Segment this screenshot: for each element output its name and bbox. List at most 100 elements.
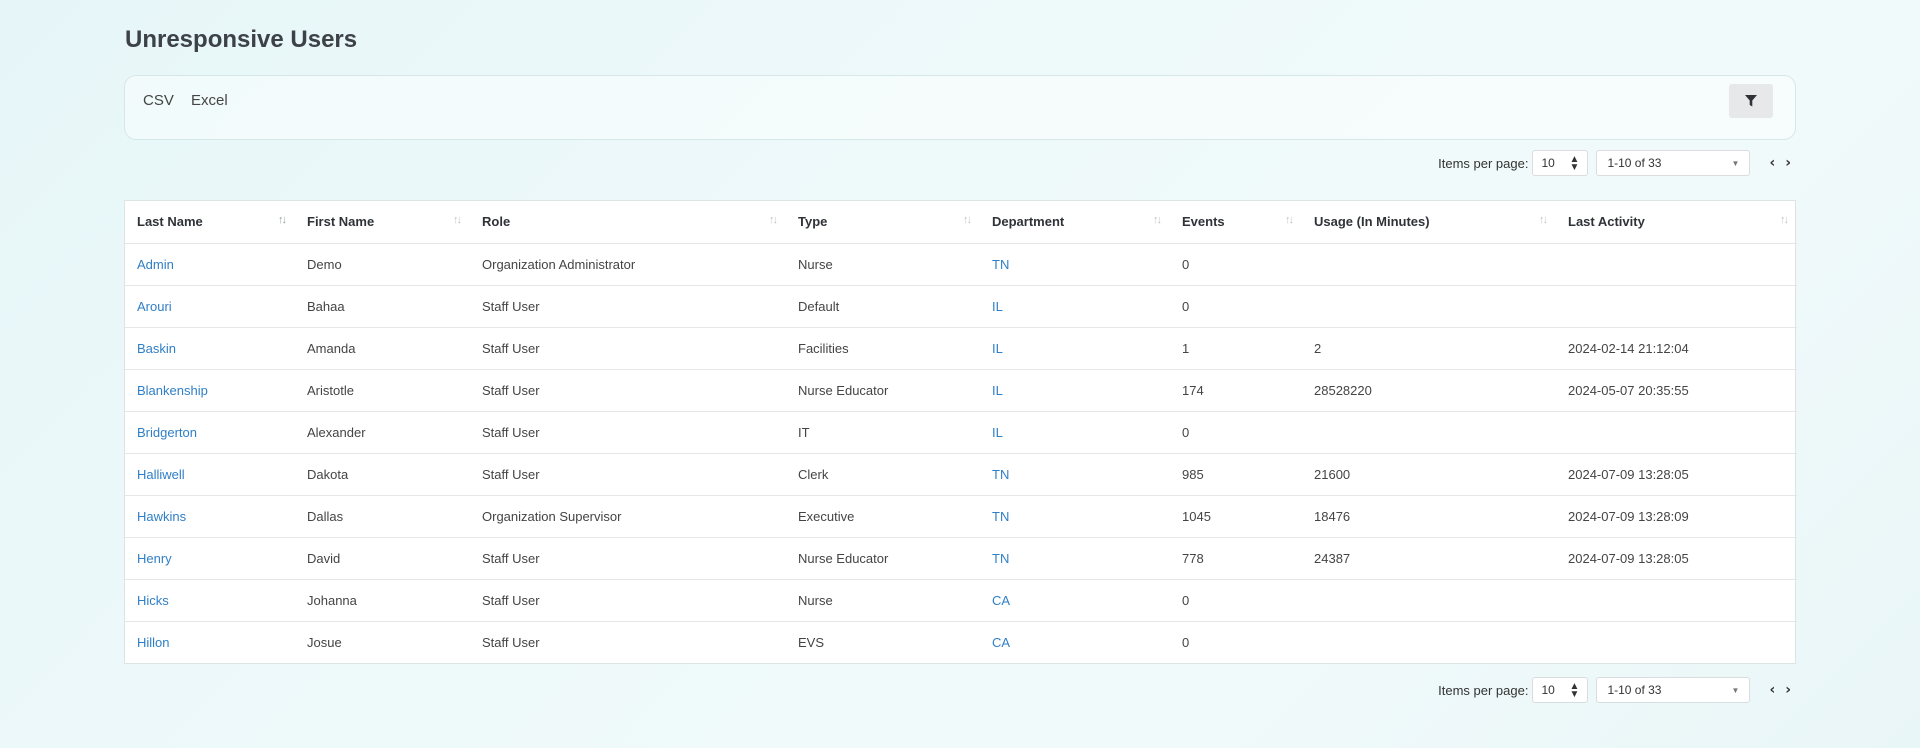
department-link[interactable]: IL (992, 341, 1003, 356)
items-per-page-label: Items per page: (1438, 682, 1529, 698)
role-cell: Staff User (482, 634, 540, 650)
department-link[interactable]: CA (992, 593, 1010, 608)
usage-cell: 24387 (1302, 537, 1556, 580)
department-link[interactable]: TN (992, 467, 1009, 482)
role-cell: Staff User (470, 411, 786, 454)
first-name-cell: David (295, 537, 470, 580)
first-name-cell: Johanna (295, 579, 470, 622)
department-link[interactable]: TN (992, 551, 1009, 566)
page-range-select[interactable]: 1-10 of 33 ▼ (1596, 677, 1751, 703)
role-cell: Staff User (470, 285, 786, 328)
users-table: Last Name ↑↓ First Name ↑↓ Role ↑↓ Type ↑↓ D… (124, 200, 1797, 664)
items-per-page-value: 10 (1541, 156, 1555, 170)
role-cell: Organization Administrator (470, 243, 786, 286)
column-header-events[interactable]: Events ↑↓ (1170, 201, 1302, 244)
sort-icon: ↑↓ (769, 214, 778, 226)
last-name-link[interactable]: Bridgerton (137, 425, 197, 440)
usage-cell: 28528220 (1302, 369, 1556, 412)
items-per-page-value: 10 (1541, 683, 1555, 697)
usage-cell: 18476 (1302, 495, 1556, 538)
pagination-bottom: Items per page: 10 ▲ ▼ 1-10 of 33 ▼ ‹ › (1438, 677, 1796, 703)
column-header-role[interactable]: Role ↑↓ (470, 201, 786, 244)
last-name-link[interactable]: Hillon (137, 635, 170, 650)
department-link[interactable]: IL (992, 383, 1003, 398)
last-name-link[interactable]: Halliwell (137, 467, 185, 482)
table-header-row: Last Name ↑↓ First Name ↑↓ Role ↑↓ Type ↑↓ D… (125, 201, 1797, 244)
role-cell: Staff User (470, 369, 786, 412)
last-name-link[interactable]: Hicks (137, 593, 169, 608)
table-row: Henry David Staff User Nurse Educator TN… (125, 537, 1797, 580)
events-cell: 0 (1170, 579, 1302, 622)
usage-cell (1302, 285, 1556, 328)
table-row: Hicks Johanna Staff User Nurse CA 0 (125, 579, 1797, 622)
department-link[interactable]: TN (992, 257, 1009, 272)
prev-page-button[interactable]: ‹ (1764, 155, 1780, 171)
prev-page-button[interactable]: ‹ (1764, 682, 1780, 698)
page-range-select[interactable]: 1-10 of 33 ▼ (1596, 150, 1751, 176)
last-activity-cell (1556, 411, 1797, 454)
usage-cell (1302, 411, 1556, 454)
column-header-usage[interactable]: Usage (In Minutes) ↑↓ (1302, 201, 1556, 244)
last-activity-cell: 2024-07-09 13:28:09 (1556, 495, 1797, 538)
events-cell: 1 (1170, 327, 1302, 370)
column-header-last-activity[interactable]: Last Activity ↑↓ (1556, 201, 1797, 244)
department-link[interactable]: TN (992, 509, 1009, 524)
table-row: Blankenship Aristotle Staff User Nurse E… (125, 369, 1797, 412)
type-cell: Nurse Educator (786, 369, 980, 412)
next-page-button[interactable]: › (1780, 682, 1796, 698)
column-header-first-name[interactable]: First Name ↑↓ (295, 201, 470, 244)
page: Unresponsive Users CSV Excel Items per p… (0, 0, 1920, 748)
last-activity-cell: 2024-07-09 13:28:05 (1556, 453, 1797, 496)
department-link[interactable]: CA (992, 635, 1010, 650)
last-name-link[interactable]: Admin (137, 257, 174, 272)
items-per-page-select[interactable]: 10 ▲ ▼ (1532, 150, 1589, 176)
pagination-top: Items per page: 10 ▲ ▼ 1-10 of 33 ▼ ‹ › (1438, 150, 1796, 176)
table-row: Baskin Amanda Staff User Facilities IL 1… (125, 327, 1797, 370)
column-header-department[interactable]: Department ↑↓ (980, 201, 1170, 244)
last-name-link[interactable]: Hawkins (137, 509, 186, 524)
sort-icon: ↑↓ (1539, 214, 1548, 226)
department-link[interactable]: IL (992, 425, 1003, 440)
filter-button[interactable] (1729, 84, 1773, 118)
last-name-link[interactable]: Blankenship (137, 383, 208, 398)
csv-export-button[interactable]: CSV (143, 92, 174, 109)
chevron-down-icon: ▼ (1731, 686, 1740, 695)
last-activity-cell: 2024-05-07 20:35:55 (1556, 369, 1797, 412)
table-row: Hawkins Dallas Organization Supervisor E… (125, 495, 1797, 538)
updown-icon: ▲ ▼ (1569, 154, 1580, 173)
last-name-link[interactable]: Henry (137, 551, 172, 566)
last-name-link[interactable]: Baskin (137, 341, 176, 356)
events-cell: 0 (1182, 634, 1190, 650)
last-activity-cell (1556, 621, 1797, 663)
type-cell: Nurse (786, 243, 980, 286)
sort-icon: ↑↓ (963, 214, 972, 226)
usage-cell (1302, 243, 1556, 286)
column-header-last-name[interactable]: Last Name ↑↓ (125, 201, 295, 244)
events-cell: 985 (1170, 453, 1302, 496)
type-cell: Nurse Educator (786, 537, 980, 580)
department-link[interactable]: IL (992, 299, 1003, 314)
first-name-cell: Aristotle (295, 369, 470, 412)
page-range-value: 1-10 of 33 (1607, 683, 1662, 697)
excel-export-button[interactable]: Excel (191, 92, 228, 109)
type-cell: IT (786, 411, 980, 454)
next-page-button[interactable]: › (1780, 155, 1796, 171)
events-cell: 0 (1170, 285, 1302, 328)
sort-icon: ↑↓ (1780, 214, 1789, 226)
column-header-type[interactable]: Type ↑↓ (786, 201, 980, 244)
last-name-link[interactable]: Arouri (137, 299, 172, 314)
first-name-cell: Dakota (295, 453, 470, 496)
type-cell: Facilities (786, 327, 980, 370)
first-name-cell: Demo (295, 243, 470, 286)
last-activity-cell (1556, 243, 1797, 286)
items-per-page-select[interactable]: 10 ▲ ▼ (1532, 677, 1589, 703)
sort-icon: ↑↓ (1285, 214, 1294, 226)
type-cell: Clerk (786, 453, 980, 496)
first-name-cell: Alexander (295, 411, 470, 454)
type-cell: Nurse (786, 579, 980, 622)
type-cell: EVS (798, 634, 825, 650)
first-name-cell: Bahaa (295, 285, 470, 328)
events-cell: 174 (1170, 369, 1302, 412)
type-cell: Executive (786, 495, 980, 538)
type-cell: Default (786, 285, 980, 328)
